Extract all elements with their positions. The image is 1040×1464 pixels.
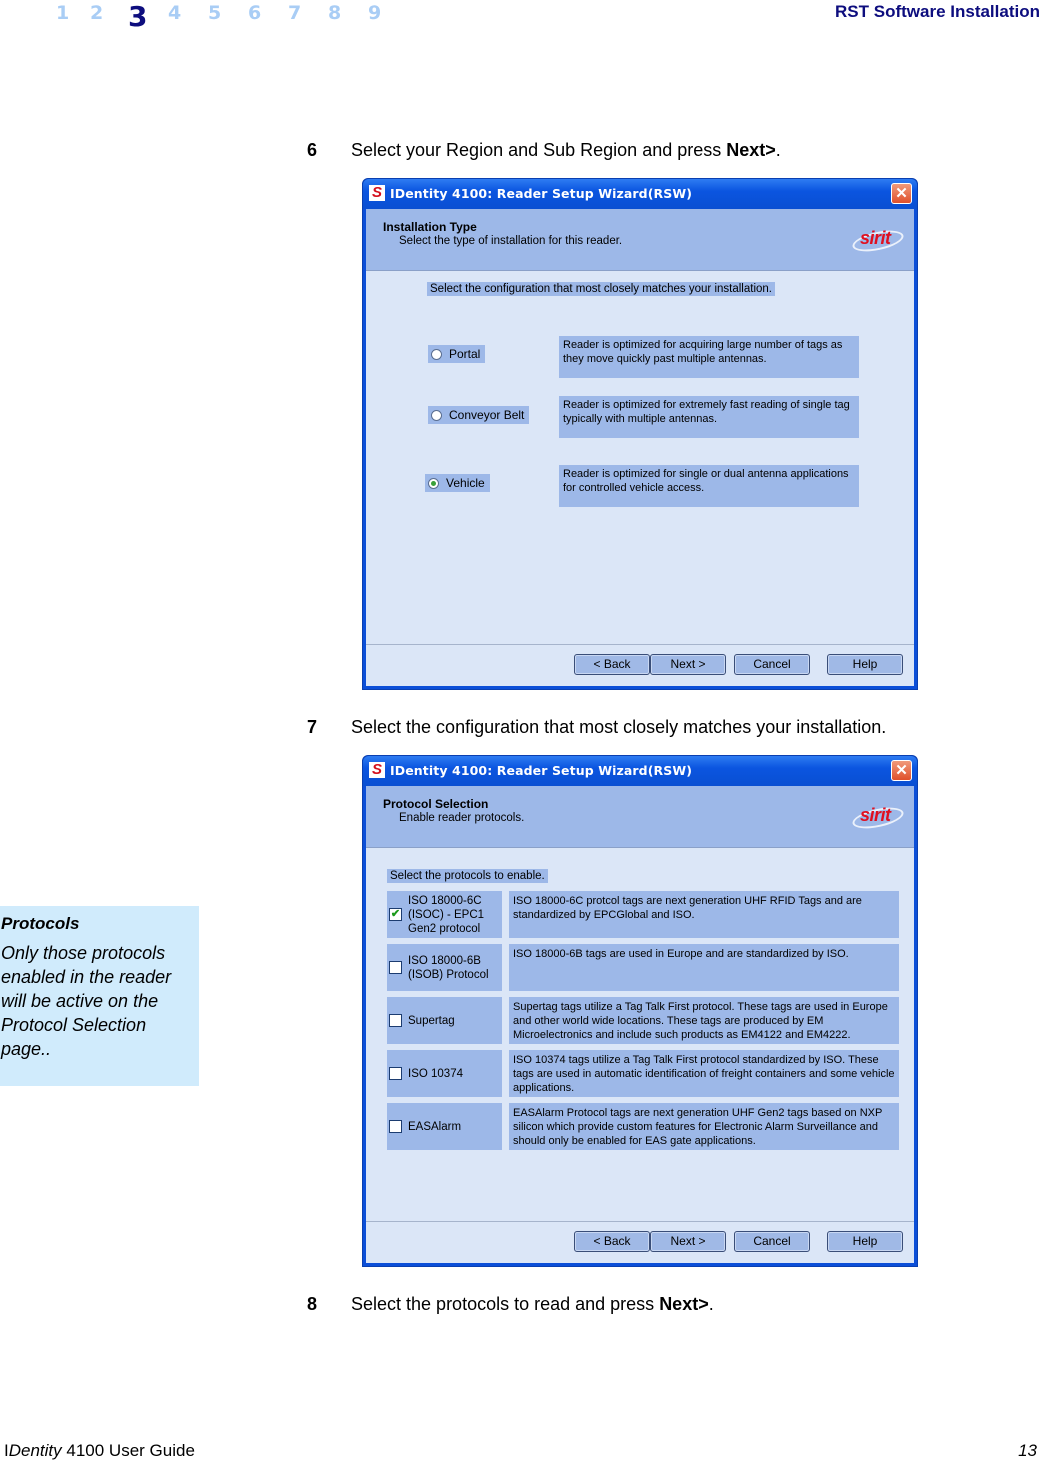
protocol-label: ISO 18000-6C (ISOC) - EPC1 Gen2 protocol bbox=[408, 894, 485, 935]
step-6: 6 Select your Region and Sub Region and … bbox=[307, 140, 781, 161]
protocol-label: EASAlarm bbox=[408, 1120, 462, 1133]
chapter-link-9[interactable]: 9 bbox=[368, 0, 408, 26]
chapter-link-4[interactable]: 4 bbox=[168, 0, 208, 26]
step-8: 8 Select the protocols to read and press… bbox=[307, 1294, 714, 1315]
step-text: Select the protocols to read and press N… bbox=[351, 1294, 714, 1314]
protocol-description: EASAlarm Protocol tags are next generati… bbox=[509, 1103, 899, 1150]
radio-circle-icon bbox=[431, 409, 442, 421]
configuration-prompt: Select the configuration that most close… bbox=[427, 282, 775, 296]
chapter-link-6[interactable]: 6 bbox=[248, 0, 288, 26]
page-number: 13 bbox=[1018, 1441, 1037, 1460]
protocol-checkbox-supertag[interactable]: Supertag bbox=[387, 997, 502, 1044]
protocol-checkbox-iso18000-6c[interactable]: ✔ ISO 18000-6C (ISOC) - EPC1 Gen2 protoc… bbox=[387, 891, 502, 938]
app-icon: S bbox=[369, 185, 385, 201]
protocol-description: ISO 18000-6C protcol tags are next gener… bbox=[509, 891, 899, 938]
checkbox-unchecked-icon bbox=[389, 1067, 402, 1080]
help-button[interactable]: Help bbox=[827, 654, 903, 675]
step-text: Select the configuration that most close… bbox=[351, 717, 887, 737]
protocol-checkbox-iso18000-6b[interactable]: ISO 18000-6B (ISOB) Protocol bbox=[387, 944, 502, 991]
checkbox-checked-icon: ✔ bbox=[389, 908, 402, 921]
protocol-row-iso18000-6c: ✔ ISO 18000-6C (ISOC) - EPC1 Gen2 protoc… bbox=[387, 891, 899, 938]
next-button[interactable]: Next > bbox=[650, 654, 726, 675]
protocol-label: Supertag bbox=[408, 1014, 455, 1027]
checkbox-unchecked-icon bbox=[389, 1120, 402, 1133]
note-title: Protocols bbox=[1, 914, 80, 933]
back-button[interactable]: < Back bbox=[574, 1231, 650, 1252]
radio-conveyor-belt[interactable]: Conveyor Belt bbox=[428, 406, 530, 424]
radio-vehicle[interactable]: Vehicle bbox=[425, 474, 490, 492]
radio-circle-icon bbox=[431, 348, 442, 360]
cancel-button[interactable]: Cancel bbox=[734, 654, 810, 675]
wizard-button-bar: < Back Next > Cancel Help bbox=[366, 1221, 914, 1263]
portal-description: Reader is optimized for acquiring large … bbox=[559, 336, 859, 378]
step-number: 6 bbox=[307, 140, 318, 160]
protocol-description: ISO 10374 tags utilize a Tag Talk First … bbox=[509, 1050, 899, 1097]
section-title: RST Software Installation bbox=[835, 2, 1040, 21]
guide-title: IDentity 4100 User Guide bbox=[4, 1441, 195, 1460]
protocol-label: ISO 18000-6B (ISOB) Protocol bbox=[408, 954, 489, 981]
title-bar[interactable]: S IDentity 4100: Reader Setup Wizard(RSW… bbox=[363, 756, 917, 786]
wizard-window-protocol-selection: S IDentity 4100: Reader Setup Wizard(RSW… bbox=[362, 755, 918, 1267]
chapter-link-7[interactable]: 7 bbox=[288, 0, 328, 26]
protocol-row-easalarm: EASAlarm EASAlarm Protocol tags are next… bbox=[387, 1103, 899, 1150]
chapter-link-8[interactable]: 8 bbox=[328, 0, 368, 26]
radio-label: Portal bbox=[449, 347, 481, 361]
step-number: 8 bbox=[307, 1294, 318, 1314]
help-button[interactable]: Help bbox=[827, 1231, 903, 1252]
step-text: Select your Region and Sub Region and pr… bbox=[351, 140, 781, 160]
wizard-banner: Protocol Selection Enable reader protoco… bbox=[366, 786, 914, 848]
close-button[interactable]: ✕ bbox=[891, 760, 912, 781]
wizard-client-area: Protocol Selection Enable reader protoco… bbox=[366, 786, 914, 1263]
chapter-link-5[interactable]: 5 bbox=[208, 0, 248, 26]
wizard-banner: Installation Type Select the type of ins… bbox=[366, 209, 914, 271]
sidebar-note-protocols: Protocols Only those protocols enabled i… bbox=[0, 906, 199, 1086]
close-button[interactable]: ✕ bbox=[891, 183, 912, 204]
radio-label: Conveyor Belt bbox=[449, 408, 525, 422]
title-bar[interactable]: S IDentity 4100: Reader Setup Wizard(RSW… bbox=[363, 179, 917, 209]
note-body: Only those protocols enabled in the read… bbox=[1, 943, 172, 1059]
protocol-row-supertag: Supertag Supertag tags utilize a Tag Tal… bbox=[387, 997, 899, 1044]
protocol-label: ISO 10374 bbox=[408, 1067, 463, 1080]
banner-subtitle: Enable reader protocols. bbox=[399, 812, 525, 824]
radio-portal[interactable]: Portal bbox=[428, 345, 486, 363]
chapter-link-1[interactable]: 1 bbox=[56, 0, 90, 26]
back-button[interactable]: < Back bbox=[574, 654, 650, 675]
window-title: IDentity 4100: Reader Setup Wizard(RSW) bbox=[390, 186, 693, 201]
checkbox-unchecked-icon bbox=[389, 961, 402, 974]
sirit-logo-icon: sirit bbox=[850, 803, 906, 833]
window-title: IDentity 4100: Reader Setup Wizard(RSW) bbox=[390, 763, 693, 778]
protocol-row-iso10374: ISO 10374 ISO 10374 tags utilize a Tag T… bbox=[387, 1050, 899, 1097]
wizard-client-area: Installation Type Select the type of ins… bbox=[366, 209, 914, 686]
protocol-row-iso18000-6b: ISO 18000-6B (ISOB) Protocol ISO 18000-6… bbox=[387, 944, 899, 991]
cancel-button[interactable]: Cancel bbox=[734, 1231, 810, 1252]
step-number: 7 bbox=[307, 717, 318, 737]
banner-title: Protocol Selection bbox=[383, 797, 489, 811]
chapter-link-2[interactable]: 2 bbox=[90, 0, 128, 26]
banner-subtitle: Select the type of installation for this… bbox=[399, 235, 623, 247]
sirit-logo-icon: sirit bbox=[850, 226, 906, 256]
banner-title: Installation Type bbox=[383, 220, 477, 234]
next-button[interactable]: Next > bbox=[650, 1231, 726, 1252]
checkbox-unchecked-icon bbox=[389, 1014, 402, 1027]
conveyor-belt-description: Reader is optimized for extremely fast r… bbox=[559, 396, 859, 438]
protocol-description: ISO 18000-6B tags are used in Europe and… bbox=[509, 944, 899, 991]
radio-label: Vehicle bbox=[446, 476, 485, 490]
protocol-checkbox-easalarm[interactable]: EASAlarm bbox=[387, 1103, 502, 1150]
protocol-description: Supertag tags utilize a Tag Talk First p… bbox=[509, 997, 899, 1044]
step-7: 7 Select the configuration that most clo… bbox=[307, 717, 886, 738]
chapter-link-3-active[interactable]: 3 bbox=[128, 0, 168, 34]
chapter-navigation: 1 2 3 4 5 6 7 8 9 bbox=[56, 0, 408, 34]
protocol-checkbox-iso10374[interactable]: ISO 10374 bbox=[387, 1050, 502, 1097]
protocols-prompt: Select the protocols to enable. bbox=[387, 869, 548, 883]
wizard-button-bar: < Back Next > Cancel Help bbox=[366, 644, 914, 686]
vehicle-description: Reader is optimized for single or dual a… bbox=[559, 465, 859, 507]
app-icon: S bbox=[369, 762, 385, 778]
wizard-window-installation-type: S IDentity 4100: Reader Setup Wizard(RSW… bbox=[362, 178, 918, 690]
radio-selected-icon bbox=[428, 477, 439, 489]
